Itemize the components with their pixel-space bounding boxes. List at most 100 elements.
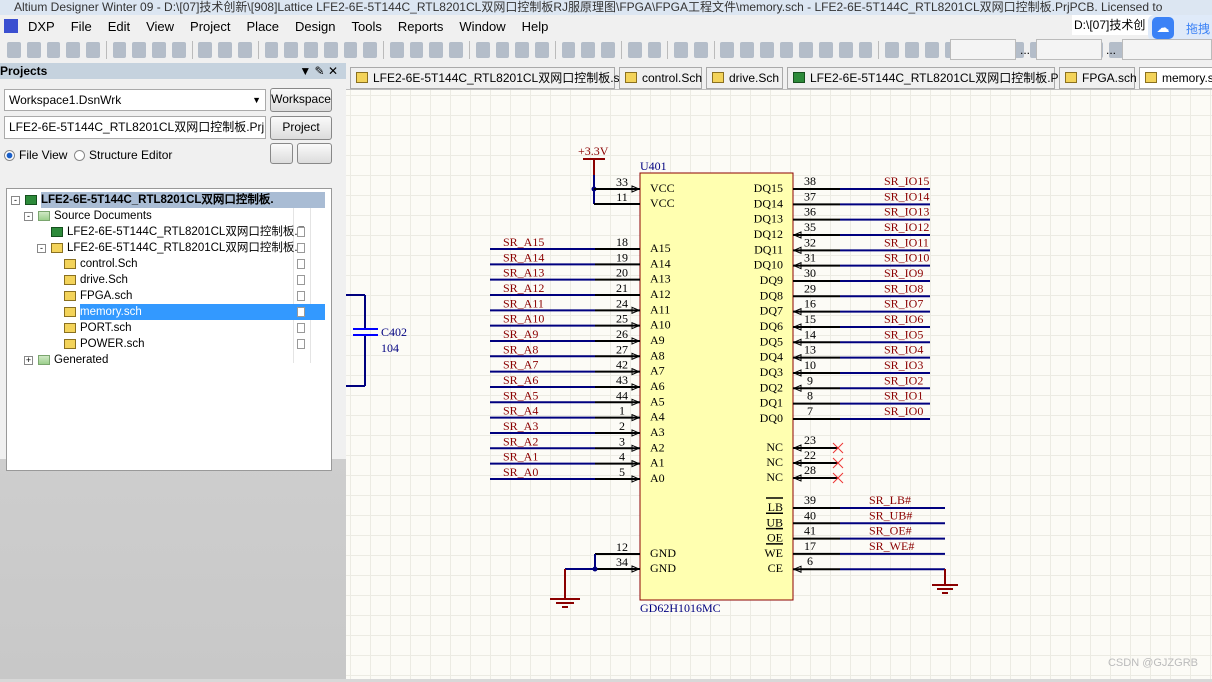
expand-icon[interactable]: +	[24, 356, 33, 365]
toolbar-separator	[191, 41, 193, 59]
toolbar-button-icon[interactable]	[389, 42, 404, 58]
schematic-canvas[interactable]: U401GD62H1016MC+3.3V33 VCC11 VCC18 A15SR_A1…	[346, 90, 1212, 679]
tree-item[interactable]: PORT.sch	[7, 320, 327, 336]
toolbar-button-icon[interactable]	[46, 42, 61, 58]
pin-number: 18	[616, 235, 628, 249]
toolbar-button-icon[interactable]	[535, 42, 549, 58]
compile-button[interactable]	[270, 143, 293, 164]
cloud-drag-widget[interactable]: ☁ 拖拽	[1148, 15, 1212, 41]
toolbar-button-icon[interactable]	[924, 42, 939, 58]
toolbar-button-icon[interactable]	[323, 42, 338, 58]
project-options-button[interactable]	[297, 143, 332, 164]
power-port-label: +3.3V	[578, 144, 609, 158]
toolbar-button-icon[interactable]	[304, 42, 318, 58]
toolbar-button-icon[interactable]	[475, 42, 490, 58]
menu-place[interactable]: Place	[247, 19, 280, 34]
toolbar-button-icon[interactable]	[66, 42, 80, 58]
menu-window[interactable]: Window	[459, 19, 505, 34]
toolbar-button-icon[interactable]	[112, 42, 127, 58]
pin-number: 43	[616, 373, 628, 387]
tree-item[interactable]: - Source Documents	[7, 208, 327, 224]
panel-controls[interactable]: ▼ ✎ ✕	[299, 63, 338, 79]
menu-help[interactable]: Help	[522, 19, 549, 34]
toolbar-button-icon[interactable]	[449, 42, 463, 58]
tree-item-label: memory.sch	[80, 304, 325, 320]
tab-drive-sch[interactable]: drive.Sch	[706, 67, 783, 89]
menu-edit[interactable]: Edit	[108, 19, 130, 34]
toolbar-combo-1[interactable]	[950, 39, 1016, 60]
toolbar-button-icon[interactable]	[759, 42, 774, 58]
toolbar-button-icon[interactable]	[905, 42, 919, 58]
pin-number: 6	[807, 554, 813, 568]
toolbar-button-icon[interactable]	[218, 42, 232, 58]
toolbar-button-icon[interactable]	[581, 42, 596, 58]
tree-item[interactable]: FPGA.sch	[7, 288, 327, 304]
tree-item[interactable]: - LFE2-6E-5T144C_RTL8201CL双网口控制板.	[7, 192, 327, 208]
tab-lfe2-6e-5t144c-rtl8201cl-pcb[interactable]: LFE2-6E-5T144C_RTL8201CL双网口控制板.PCB	[787, 67, 1075, 89]
menu-dxp[interactable]: DXP	[28, 19, 55, 34]
toolbar-button-icon[interactable]	[343, 42, 358, 58]
project-field[interactable]: LFE2-6E-5T144C_RTL8201CL双网口控制板.PrjPCB	[4, 116, 266, 139]
toolbar-button-icon[interactable]	[674, 42, 688, 58]
menu-project[interactable]: Project	[190, 19, 230, 34]
menu-tools[interactable]: Tools	[352, 19, 382, 34]
toolbar-button-icon[interactable]	[409, 42, 424, 58]
tab-lfe2-6e-5t144c-rtl8201cl-sch[interactable]: LFE2-6E-5T144C_RTL8201CL双网口控制板.sch	[350, 67, 632, 89]
toolbar-button-icon[interactable]	[7, 42, 21, 58]
toolbar-button-icon[interactable]	[429, 42, 444, 58]
toolbar-button-icon[interactable]	[515, 42, 530, 58]
collapse-icon[interactable]: -	[37, 244, 46, 253]
toolbar-button-icon[interactable]	[858, 42, 873, 58]
toolbar-button-icon[interactable]	[152, 42, 166, 58]
tab-fpga-sch[interactable]: FPGA.sch	[1059, 67, 1137, 89]
toolbar-button-icon[interactable]	[647, 42, 662, 58]
toolbar-combo-2[interactable]	[1036, 39, 1102, 60]
tree-item[interactable]: LFE2-6E-5T144C_RTL8201CL双网口控制板.F	[7, 224, 327, 240]
toolbar-button-icon[interactable]	[264, 42, 279, 58]
toolbar-button-icon[interactable]	[601, 42, 615, 58]
file-view-radio[interactable]: File View	[4, 148, 67, 162]
toolbar-combo-3[interactable]	[1122, 39, 1212, 60]
tree-item[interactable]: - LFE2-6E-5T144C_RTL8201CL双网口控制板.s	[7, 240, 327, 256]
tree-item[interactable]: memory.sch	[7, 304, 327, 320]
menu-reports[interactable]: Reports	[398, 19, 444, 34]
toolbar-button-icon[interactable]	[838, 42, 853, 58]
collapse-icon[interactable]: -	[24, 212, 33, 221]
toolbar-button-icon[interactable]	[363, 42, 378, 58]
pcb-document-icon	[25, 195, 37, 205]
toolbar-button-icon[interactable]	[171, 42, 186, 58]
menu-file[interactable]: File	[71, 19, 92, 34]
toolbar-button-icon[interactable]	[720, 42, 735, 58]
toolbar-button-icon[interactable]	[26, 42, 41, 58]
tree-item[interactable]: control.Sch	[7, 256, 327, 272]
toolbar-button-icon[interactable]	[198, 42, 213, 58]
tab-label: LFE2-6E-5T144C_RTL8201CL双网口控制板.PCB	[810, 71, 1076, 85]
collapse-icon[interactable]: -	[11, 196, 20, 205]
toolbar-button-icon[interactable]	[561, 42, 576, 58]
toolbar-button-icon[interactable]	[799, 42, 814, 58]
toolbar-button-icon[interactable]	[693, 42, 708, 58]
toolbar-button-icon[interactable]	[284, 42, 299, 58]
workspace-button[interactable]: Workspace	[270, 88, 332, 112]
menu-design[interactable]: Design	[295, 19, 335, 34]
tab-memory-sch[interactable]: memory.sch	[1139, 67, 1212, 89]
tree-item[interactable]: drive.Sch	[7, 272, 327, 288]
toolbar-button-icon[interactable]	[237, 42, 252, 58]
tree-item[interactable]: + Generated	[7, 352, 327, 368]
schematic-sheet[interactable]: U401 GD62H1016MC +3.3V 33 VCC 11 VCC 18 A15 SR_A1…	[346, 90, 1212, 679]
toolbar-button-icon[interactable]	[86, 42, 100, 58]
toolbar-button-icon[interactable]	[495, 42, 510, 58]
project-button[interactable]: Project	[270, 116, 332, 140]
toolbar-button-icon[interactable]	[819, 42, 833, 58]
tab-control-sch[interactable]: control.Sch	[619, 67, 702, 89]
menu-view[interactable]: View	[146, 19, 174, 34]
toolbar-button-icon[interactable]	[740, 42, 754, 58]
tree-item[interactable]: POWER.sch	[7, 336, 327, 352]
toolbar-button-icon[interactable]	[885, 42, 900, 58]
toolbar-button-icon[interactable]	[132, 42, 147, 58]
toolbar-button-icon[interactable]	[779, 42, 794, 58]
net-label: SR_A8	[503, 342, 538, 356]
workspace-select[interactable]: Workspace1.DsnWrk ▼	[4, 89, 266, 111]
toolbar-button-icon[interactable]	[627, 42, 642, 58]
structure-editor-radio[interactable]: Structure Editor	[74, 148, 172, 162]
